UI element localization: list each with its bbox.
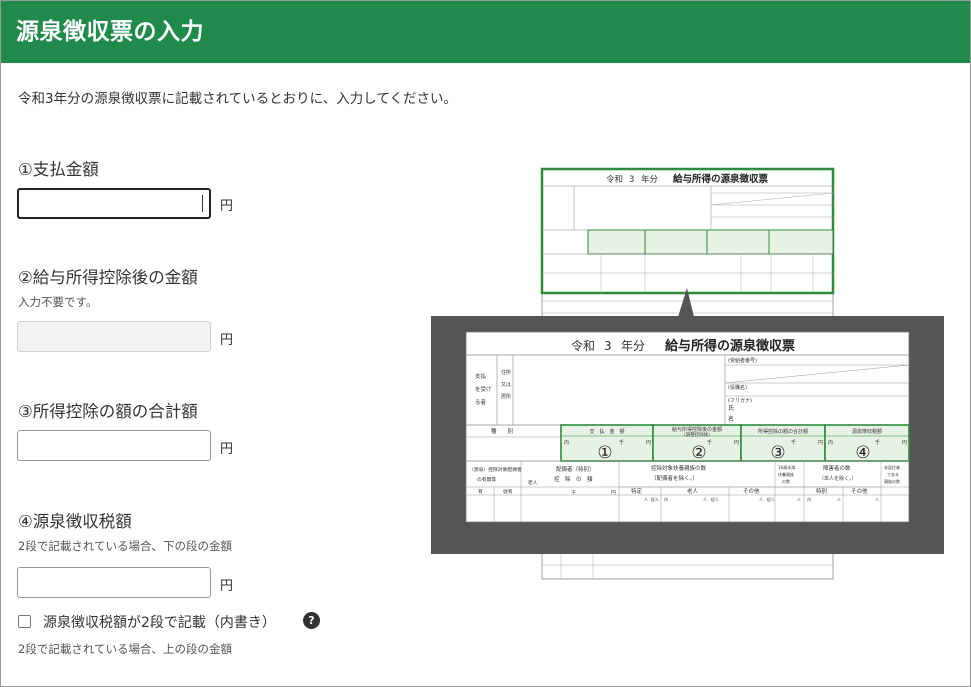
zoom-year-suffix: 年分 (621, 339, 645, 353)
withholding-slip-illustration: 令和 3 年分 給与所得の源泉徴収票 令和 3 年分 給与所得の源泉徴収票 支払… (431, 167, 944, 580)
zoom-row3-label-4: 千 (571, 489, 576, 496)
zoom-cell-unit-3: 内 (664, 496, 668, 502)
zoom-inner-label-1: 内 (564, 439, 569, 446)
zoom-yen-label-2: 円 (734, 440, 739, 446)
zoom-col-1: 支 払 金 額 (589, 428, 624, 435)
zoom-row2-label-3: 配偶者（特別） (556, 465, 595, 473)
zoom-recipient-3: る者 (475, 398, 487, 406)
zoom-position-label: (役職名) (728, 384, 747, 391)
zoom-row2-label-9: の数 (782, 478, 790, 484)
zoom-row3-label-8: その他 (743, 487, 760, 495)
zoom-row2-label-8: 扶養親族 (778, 471, 794, 477)
zoom-inner-label-4: 内 (828, 439, 833, 446)
zoom-row3-label-10: その他 (851, 487, 868, 495)
small-slip-year: 3 (629, 175, 634, 185)
zoom-row2-label-2: の有無等 (477, 476, 496, 483)
zoom-year: 3 (604, 339, 612, 353)
zoom-thousand-label-1: 千 (619, 439, 624, 446)
zoom-row3-label-7: 老人 (687, 487, 699, 495)
zoom-address-3: 居所 (501, 393, 511, 400)
zoom-row3-label-2: 従有 (503, 488, 513, 495)
zoom-col-4: 源泉徴収税額 (852, 428, 882, 435)
zoom-cell-unit-8: 人 (797, 497, 801, 502)
zoom-era: 令和 (571, 338, 595, 353)
zoom-cell-unit-4: 人 (703, 497, 707, 502)
zoom-marker-2: ② (691, 443, 706, 463)
zoom-cell-unit-1: 人 (644, 497, 648, 502)
zoom-cell-unit-7: 従人 (767, 496, 775, 502)
zoom-row2-label-12: 非居住者 (884, 464, 900, 470)
zoom-col-2-sub: （調整控除後） (681, 431, 713, 438)
tax-form-page: 源泉徴収票の入力 令和3年分の源泉徴収票に記載されているとおりに、入力してくださ… (0, 0, 971, 687)
zoom-marker-1: ① (597, 443, 612, 463)
zoom-cell-unit-11: 人 (875, 497, 879, 502)
zoom-row2-label-10: 障害者の数 (823, 464, 851, 472)
zoom-row2-label-1: （源泉）控除対象配偶者 (469, 466, 522, 473)
zoom-cell-unit-9: 内 (807, 496, 811, 502)
zoom-col-2: 給与所得控除後の金額 (672, 426, 722, 433)
zoom-thousand-label-3: 千 (791, 439, 796, 446)
zoom-col-3: 所得控除の額の合計額 (758, 428, 808, 435)
zoom-cell-unit-10: 人 (837, 497, 841, 502)
zoom-thousand-label-4: 千 (875, 439, 880, 446)
zoom-recipient-2: を受け (475, 385, 492, 393)
zoom-cell-unit-6: 人 (759, 497, 763, 502)
zoom-row2-label-13: である (887, 471, 899, 477)
zoom-address-1: 住所 (501, 369, 511, 376)
zoom-address-2: 又は (501, 381, 511, 388)
zoom-row3-label-3: 老人 (528, 479, 538, 486)
zoom-type-label: 種 別 (491, 427, 513, 435)
zoom-row2-label-5: 控除対象扶養親族の数 (651, 464, 707, 472)
small-slip-era: 令和 (606, 174, 623, 185)
zoom-row2-label-4: 控 除 の 額 (554, 475, 593, 483)
zoom-marker-3: ③ (770, 443, 785, 463)
zoom-row3-label-1: 有 (478, 488, 483, 495)
zoom-furigana-label: (フリガナ) (728, 397, 752, 404)
zoom-number-label: (受給者番号) (728, 357, 757, 364)
zoom-marker-4: ④ (855, 443, 870, 463)
zoomed-slip: 令和 3 年分 給与所得の源泉徴収票 支払 を受け る者 住所 又は 居所 (受… (465, 331, 910, 523)
zoom-name-label-1: 氏 (728, 404, 734, 412)
zoom-name-label-2: 名 (728, 415, 734, 423)
zoom-recipient-1: 支払 (475, 372, 487, 380)
zoom-cell-unit-5: 従人 (711, 496, 719, 502)
zoom-title: 給与所得の源泉徴収票 (665, 338, 795, 354)
zoom-thousand-label-2: 千 (707, 439, 712, 446)
zoom-row2-label-11: （本人を除く。） (819, 475, 857, 482)
zoom-yen-label-1: 円 (646, 440, 651, 446)
zoom-cell-unit-2: 従人 (651, 496, 659, 502)
zoom-row3-label-6: 特定 (631, 487, 643, 495)
zoom-row2-label-6: （配偶者を除く。） (651, 474, 698, 482)
zoom-row2-label-14: 親族の数 (884, 478, 900, 484)
small-slip-title: 給与所得の源泉徴収票 (673, 173, 769, 185)
zoom-row3-label-5: 円 (611, 490, 616, 496)
zoom-row2-label-7: 16歳未満 (778, 464, 795, 470)
zoom-row3-label-9: 特別 (816, 487, 827, 495)
zoom-yen-label-4: 円 (902, 440, 907, 446)
zoom-yen-label-3: 円 (818, 440, 823, 446)
small-slip-year-suffix: 年分 (641, 174, 659, 185)
